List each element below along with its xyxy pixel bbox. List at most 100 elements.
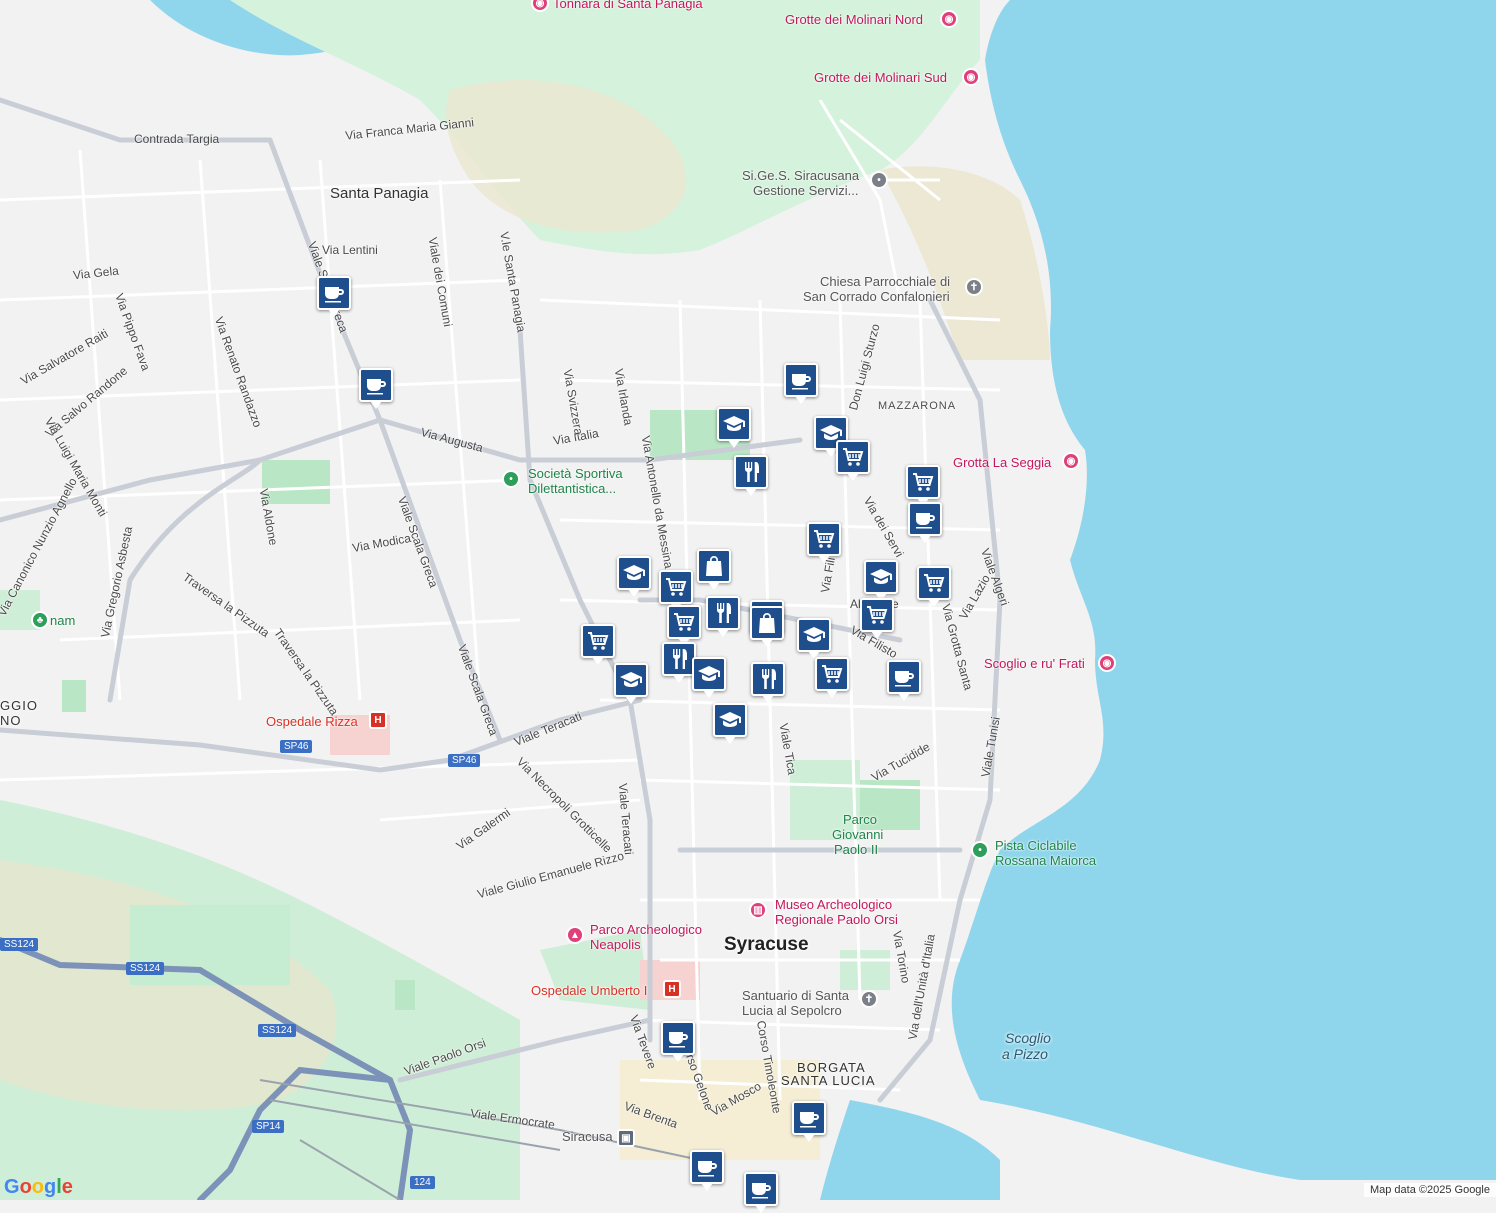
church-cross-icon[interactable]: ✝ — [860, 990, 878, 1008]
poi-nam[interactable]: nam — [50, 613, 75, 628]
shield-ss124-d: 124 — [410, 1176, 435, 1189]
marker-grocery[interactable] — [815, 657, 849, 698]
marker-cafe[interactable] — [908, 502, 942, 543]
poi-chiesa-line1[interactable]: Chiesa Parrocchiale di — [820, 274, 950, 289]
marker-restaurant[interactable] — [662, 642, 696, 683]
park-dot-icon[interactable]: • — [971, 841, 989, 859]
map-attribution[interactable]: Map data ©2025 Google — [1363, 1183, 1496, 1197]
marker-grocery[interactable] — [659, 570, 693, 611]
poi-museo-line1[interactable]: Museo Archeologico — [775, 897, 892, 912]
marker-shopping[interactable] — [750, 606, 784, 647]
shopping-cart-icon — [586, 629, 610, 653]
poi-siracusa-station[interactable]: Siracusa — [562, 1129, 613, 1144]
marker-cafe[interactable] — [792, 1101, 826, 1142]
museum-icon[interactable]: ▥ — [749, 901, 767, 919]
google-logo: Google — [4, 1176, 73, 1198]
marker-cafe[interactable] — [359, 368, 393, 409]
poi-parco-gp-line1[interactable]: Parco — [843, 812, 877, 827]
marker-school[interactable] — [864, 560, 898, 601]
marker-cafe[interactable] — [887, 660, 921, 701]
coffee-cup-icon — [666, 1026, 690, 1050]
place-grottasanta-line2: NO — [0, 713, 22, 728]
camera-icon[interactable]: ◉ — [1098, 654, 1116, 672]
park-dot-icon[interactable]: • — [502, 470, 520, 488]
poi-sigess-line1[interactable]: Si.Ge.S. Siracusana — [742, 168, 859, 183]
poi-pista-line1[interactable]: Pista Ciclabile — [995, 838, 1077, 853]
poi-pista-line2[interactable]: Rossana Maiorca — [995, 853, 1096, 868]
shopping-bag-icon — [702, 554, 726, 578]
marker-school[interactable] — [692, 657, 726, 698]
poi-grotte-sud[interactable]: Grotte dei Molinari Sud — [814, 70, 947, 85]
poi-societa-line1[interactable]: Società Sportiva — [528, 466, 623, 481]
marker-grocery[interactable] — [917, 566, 951, 607]
street-via-lentini: Via Lentini — [322, 243, 378, 257]
shield-sp46-2: SP46 — [448, 754, 481, 767]
marker-grocery[interactable] — [807, 522, 841, 563]
train-station-icon[interactable]: ▣ — [617, 1129, 635, 1147]
poi-parco-gp-line2[interactable]: Giovanni — [832, 827, 883, 842]
poi-grotta-seggia[interactable]: Grotta La Seggia — [953, 455, 1051, 470]
marker-cafe[interactable] — [661, 1021, 695, 1062]
poi-neapolis-line2[interactable]: Neapolis — [590, 937, 641, 952]
poi-scoglio-frati[interactable]: Scoglio e ru' Frati — [984, 656, 1085, 671]
camera-icon[interactable]: ◉ — [940, 10, 958, 28]
shopping-cart-icon — [911, 470, 935, 494]
poi-societa-line2[interactable]: Dilettantistica... — [528, 481, 616, 496]
poi-santuario-line1[interactable]: Santuario di Santa — [742, 988, 849, 1003]
coffee-cup-icon — [913, 507, 937, 531]
marker-restaurant[interactable] — [706, 596, 740, 637]
poi-museo-line2[interactable]: Regionale Paolo Orsi — [775, 912, 898, 927]
poi-tonnara[interactable]: Tonnara di Santa Panagia — [553, 0, 703, 11]
shopping-cart-icon — [922, 571, 946, 595]
hospital-icon[interactable]: H — [663, 980, 681, 998]
graduation-cap-icon — [869, 565, 893, 589]
coffee-cup-icon — [322, 281, 346, 305]
coffee-cup-icon — [789, 368, 813, 392]
tree-icon[interactable]: ♣ — [31, 611, 49, 629]
shopping-cart-icon — [841, 445, 865, 469]
marker-restaurant[interactable] — [734, 455, 768, 496]
location-dot-icon[interactable]: • — [870, 171, 888, 189]
place-borgata-line2: SANTA LUCIA — [781, 1073, 876, 1088]
graduation-cap-icon — [718, 708, 742, 732]
marker-grocery[interactable] — [906, 465, 940, 506]
marker-grocery[interactable] — [836, 440, 870, 481]
monument-icon[interactable]: ▲ — [566, 926, 584, 944]
marker-school[interactable] — [717, 407, 751, 448]
marker-grocery[interactable] — [581, 624, 615, 665]
church-cross-icon[interactable]: ✝ — [965, 278, 983, 296]
poi-sigess-line2[interactable]: Gestione Servizi... — [753, 183, 859, 198]
hospital-icon[interactable]: H — [369, 711, 387, 729]
graduation-cap-icon — [619, 668, 643, 692]
marker-cafe[interactable] — [744, 1172, 778, 1213]
poi-neapolis-line1[interactable]: Parco Archeologico — [590, 922, 702, 937]
graduation-cap-icon — [622, 561, 646, 585]
shield-sp46: SP46 — [280, 740, 313, 753]
camera-icon[interactable]: ◉ — [1062, 452, 1080, 470]
poi-ospedale-umberto[interactable]: Ospedale Umberto I — [531, 983, 647, 998]
fork-knife-icon — [667, 647, 691, 671]
shield-ss124-a: SS124 — [0, 938, 39, 951]
marker-grocery[interactable] — [860, 598, 894, 639]
place-scoglio-line2: a Pizzo — [1002, 1046, 1048, 1062]
poi-santuario-line2[interactable]: Lucia al Sepolcro — [742, 1003, 842, 1018]
marker-restaurant[interactable] — [751, 662, 785, 703]
marker-school[interactable] — [713, 703, 747, 744]
marker-school[interactable] — [614, 663, 648, 704]
shield-ss124-c: SS124 — [258, 1024, 297, 1037]
camera-icon[interactable]: ◉ — [962, 68, 980, 86]
marker-cafe[interactable] — [317, 276, 351, 317]
shield-ss124-b: SS124 — [126, 962, 165, 975]
shopping-cart-icon — [812, 527, 836, 551]
marker-cafe[interactable] — [784, 363, 818, 404]
poi-ospedale-rizza[interactable]: Ospedale Rizza — [266, 714, 358, 729]
marker-shopping[interactable] — [697, 549, 731, 590]
poi-grotte-nord[interactable]: Grotte dei Molinari Nord — [785, 12, 923, 27]
poi-parco-gp-line3[interactable]: Paolo II — [834, 842, 878, 857]
marker-school[interactable] — [617, 556, 651, 597]
marker-cafe[interactable] — [690, 1150, 724, 1191]
coffee-cup-icon — [797, 1106, 821, 1130]
marker-grocery[interactable] — [667, 605, 701, 646]
marker-school[interactable] — [797, 618, 831, 659]
poi-chiesa-line2[interactable]: San Corrado Confalonieri — [803, 289, 950, 304]
